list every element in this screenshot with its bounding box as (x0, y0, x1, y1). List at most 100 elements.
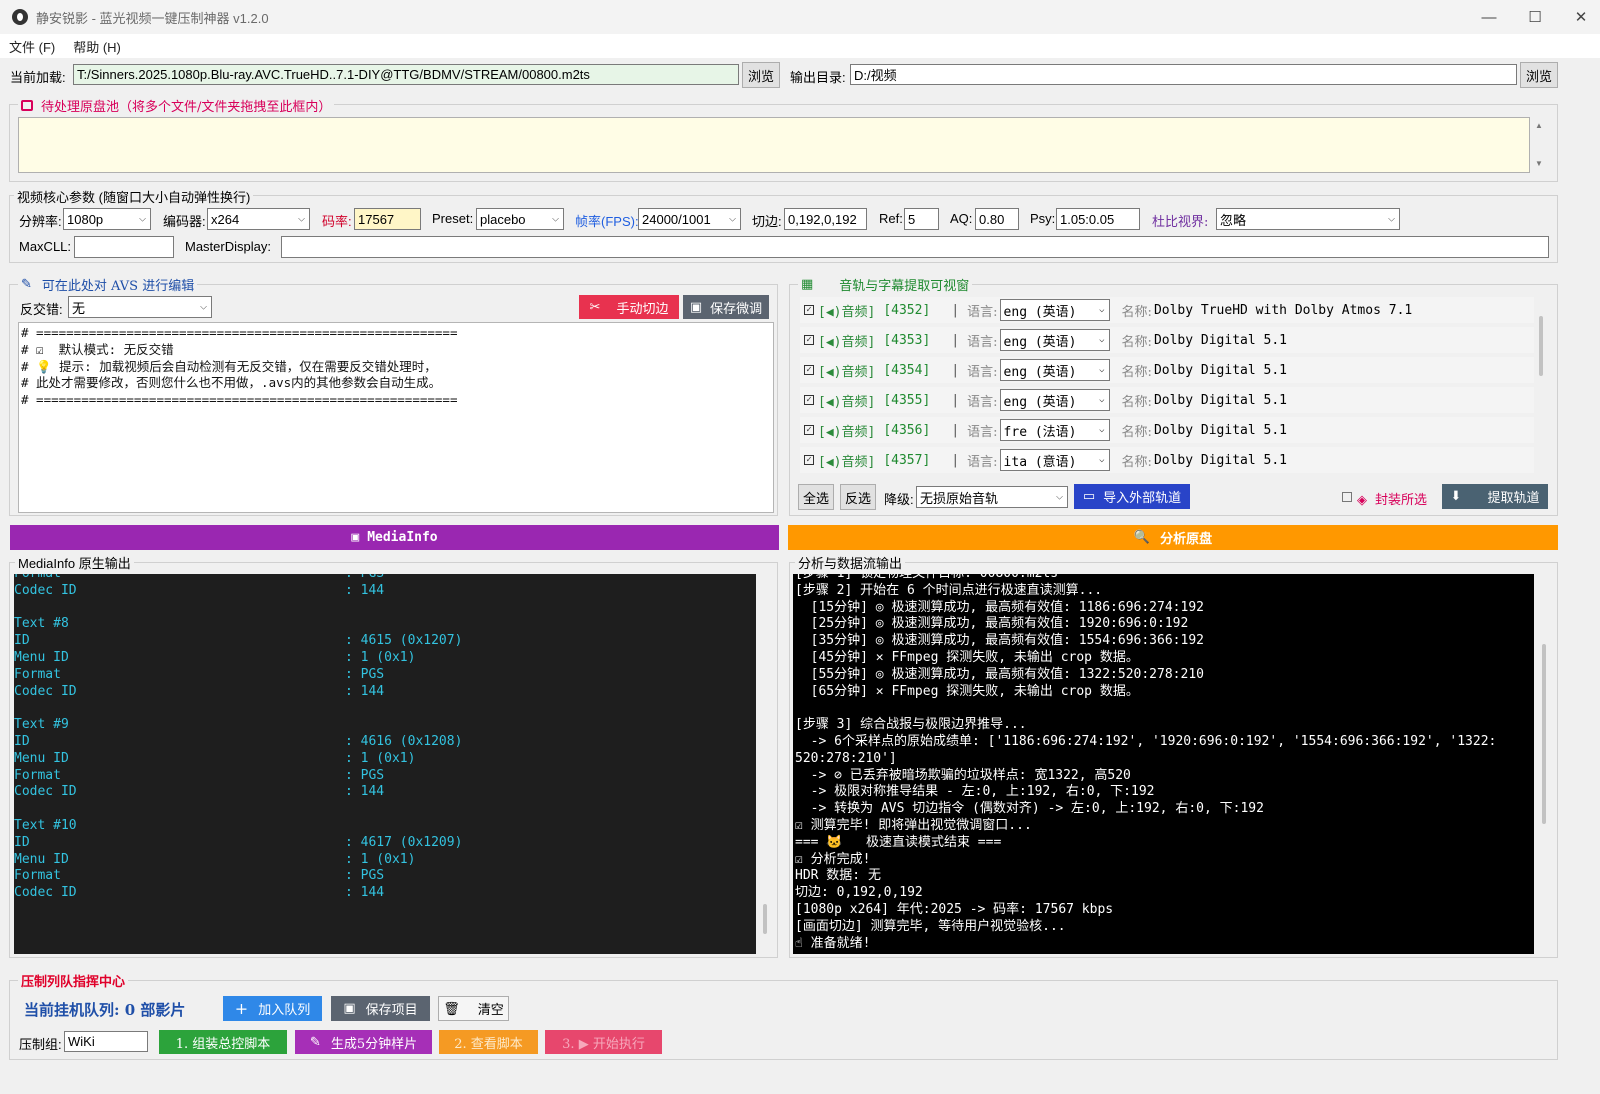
mediainfo-value: : 1 (0x1) (345, 649, 416, 665)
select-all-button[interactable]: 全选 (798, 484, 834, 510)
menu-help[interactable]: 帮助 (H) (64, 37, 130, 56)
psy-field[interactable]: 1.05:0.05 (1056, 208, 1140, 230)
browse-input-button[interactable]: 浏览 (742, 62, 780, 88)
dolby-vision-select[interactable]: 忽略 ⌵ (1216, 208, 1400, 230)
mediainfo-line: Menu ID: 1 (0x1) (14, 852, 756, 869)
encoder-label: 编码器: (163, 214, 206, 229)
track-checkbox[interactable]: ✓ (804, 395, 814, 405)
add-to-queue-button[interactable]: + 加入队列 (223, 996, 322, 1021)
clear-queue-label: 清空 (477, 1002, 504, 1017)
analysis-output[interactable]: [步骤 1] 锁定物理文件目标: 00800.m2ts[步骤 2] 开始在 6 … (793, 574, 1534, 954)
resolution-label: 分辨率: (19, 214, 62, 229)
mediainfo-icon: ▣ (351, 530, 360, 545)
ref-field[interactable]: 5 (904, 208, 939, 230)
extract-tracks-button[interactable]: ⬇ 提取轨道 (1442, 484, 1548, 509)
minimize-button[interactable]: — (1466, 0, 1512, 34)
generate-sample-button[interactable]: ✎ 生成5分钟样片 (295, 1030, 432, 1054)
preset-select[interactable]: placebo ⌵ (476, 208, 564, 230)
generate-sample-label: 生成5分钟样片 (330, 1036, 418, 1052)
import-external-button[interactable]: ▭ 导入外部轨道 (1074, 484, 1190, 509)
track-lang-select[interactable]: eng (英语) ⌵ (999, 329, 1110, 351)
dolby-vision-value: 忽略 (1220, 212, 1247, 228)
track-row[interactable]: ✓ [◀)音频] [4355] | 语言: eng (英语) ⌵ 名称: Dolby Digit… (800, 387, 1534, 413)
track-lang-select[interactable]: eng (英语) ⌵ (999, 299, 1110, 321)
track-lang-select[interactable]: ita (意语) ⌵ (999, 449, 1110, 471)
scroll-up-icon[interactable]: ▲ (1535, 121, 1543, 130)
manual-crop-button[interactable]: ✂ 手动切边 (579, 295, 679, 319)
chevron-down-icon: ⌵ (1099, 335, 1105, 345)
track-row[interactable]: ✓ [◀)音频] [4352] | 语言: eng (英语) ⌵ 名称: Dolby TrueH… (800, 297, 1534, 323)
track-type: [◀)音频] (818, 364, 876, 380)
track-checkbox[interactable]: ✓ (804, 455, 814, 465)
invert-selection-button[interactable]: 反选 (840, 484, 876, 510)
browse-output-button[interactable]: 浏览 (1520, 62, 1558, 88)
output-dir-field[interactable]: D:/视频 (850, 64, 1517, 85)
track-type: [◀)音频] (818, 424, 876, 440)
mediainfo-line (14, 801, 756, 818)
track-row[interactable]: ✓ [◀)音频] [4354] | 语言: eng (英语) ⌵ 名称: Dolby Digit… (800, 357, 1534, 383)
mediainfo-key: ID (14, 733, 30, 749)
masterdisplay-label: MasterDisplay: (185, 239, 271, 254)
mediainfo-lines: Format: PGSCodec ID: 144Text #8ID: 4615 … (14, 574, 756, 902)
fps-select[interactable]: 24000/1001 ⌵ (638, 208, 741, 230)
track-checkbox[interactable]: ✓ (804, 425, 814, 435)
maxcll-field[interactable] (74, 236, 174, 258)
analyze-disc-button[interactable]: 🔍 分析原盘 (788, 525, 1558, 550)
track-id: [4356] (883, 422, 931, 438)
mediainfo-scroll-thumb[interactable] (763, 904, 767, 934)
clear-queue-button[interactable]: 🗑 清空 (438, 996, 509, 1021)
pool-drop-area[interactable] (18, 117, 1530, 173)
downmix-select[interactable]: 无损原始音轨 ⌵ (916, 486, 1068, 508)
track-lang-select[interactable]: eng (英语) ⌵ (999, 359, 1110, 381)
assemble-script-button[interactable]: 1. 组装总控脚本 (159, 1030, 287, 1054)
mediainfo-key: Menu ID (14, 851, 69, 867)
aq-field[interactable]: 0.80 (975, 208, 1019, 230)
speaker-icon: ◀) (825, 304, 842, 320)
mediainfo-key: Format (14, 767, 61, 783)
track-type-label: 音频 (841, 424, 868, 440)
track-row[interactable]: ✓ [◀)音频] [4353] | 语言: eng (英语) ⌵ 名称: Dolby Digit… (800, 327, 1534, 353)
analysis-scrollbar[interactable] (1536, 574, 1552, 954)
crop-field[interactable]: 0,192,0,192 (784, 208, 867, 230)
close-button[interactable]: ✕ (1558, 0, 1600, 34)
track-lang-select[interactable]: eng (英语) ⌵ (999, 389, 1110, 411)
save-project-button[interactable]: ▣ 保存项目 (331, 996, 430, 1021)
tracks-scrollbar[interactable] (1534, 296, 1548, 476)
track-checkbox[interactable]: ✓ (804, 305, 814, 315)
mediainfo-key: Menu ID (14, 649, 69, 665)
mediainfo-scrollbar[interactable] (757, 574, 773, 954)
track-checkbox[interactable]: ✓ (804, 365, 814, 375)
tracks-scroll-thumb[interactable] (1539, 316, 1543, 376)
deinterlace-select[interactable]: 无 ⌵ (68, 296, 212, 318)
save-tweak-button[interactable]: ▣ 保存微调 (683, 295, 769, 319)
track-checkbox[interactable]: ✓ (804, 335, 814, 345)
encode-group-field[interactable]: WiKi (64, 1031, 148, 1052)
current-load-path[interactable]: T:/Sinners.2025.1080p.Blu-ray.AVC.TrueHD… (73, 64, 739, 85)
mediainfo-line: Codec ID: 144 (14, 684, 756, 701)
track-lang-select[interactable]: fre (法语) ⌵ (999, 419, 1110, 441)
encoder-select[interactable]: x264 ⌵ (207, 208, 310, 230)
scroll-down-icon[interactable]: ▼ (1535, 159, 1543, 168)
analysis-scroll-thumb[interactable] (1542, 644, 1546, 824)
analysis-line: ☑ 测算完毕! 即将弹出视觉微调窗口... (795, 817, 1032, 833)
mediainfo-output[interactable]: Format: PGSCodec ID: 144Text #8ID: 4615 … (14, 574, 756, 954)
resolution-select[interactable]: 1080p ⌵ (63, 208, 151, 230)
track-lang-value: eng (英语) (1003, 334, 1077, 350)
mux-selected-label[interactable]: ◈ 封装所选 (1357, 489, 1427, 508)
track-row[interactable]: ✓ [◀)音频] [4357] | 语言: ita (意语) ⌵ 名称: Dolby Digit… (800, 447, 1534, 473)
pool-scrollbar[interactable]: ▲ ▼ (1531, 117, 1548, 173)
avs-editor[interactable]: # ======================================… (18, 322, 774, 513)
bitrate-field[interactable]: 17567 (354, 208, 421, 230)
menu-file[interactable]: 文件 (F) (0, 37, 64, 56)
fps-value: 24000/1001 (642, 211, 711, 227)
mux-selected-checkbox[interactable] (1342, 492, 1352, 502)
track-id: [4353] (883, 332, 931, 348)
track-row[interactable]: ✓ [◀)音频] [4356] | 语言: fre (法语) ⌵ 名称: Dolby Digit… (800, 417, 1534, 443)
maximize-button[interactable]: ☐ (1512, 0, 1558, 34)
mediainfo-button[interactable]: ▣ MediaInfo (10, 525, 779, 550)
start-run-button[interactable]: 3. ▶ 开始执行 (545, 1030, 662, 1054)
mediainfo-line: Codec ID: 144 (14, 583, 756, 600)
view-script-button[interactable]: 2. 查看脚本 (439, 1030, 538, 1054)
masterdisplay-field[interactable] (281, 236, 1549, 258)
dolby-vision-label: 杜比视界: (1152, 215, 1209, 230)
